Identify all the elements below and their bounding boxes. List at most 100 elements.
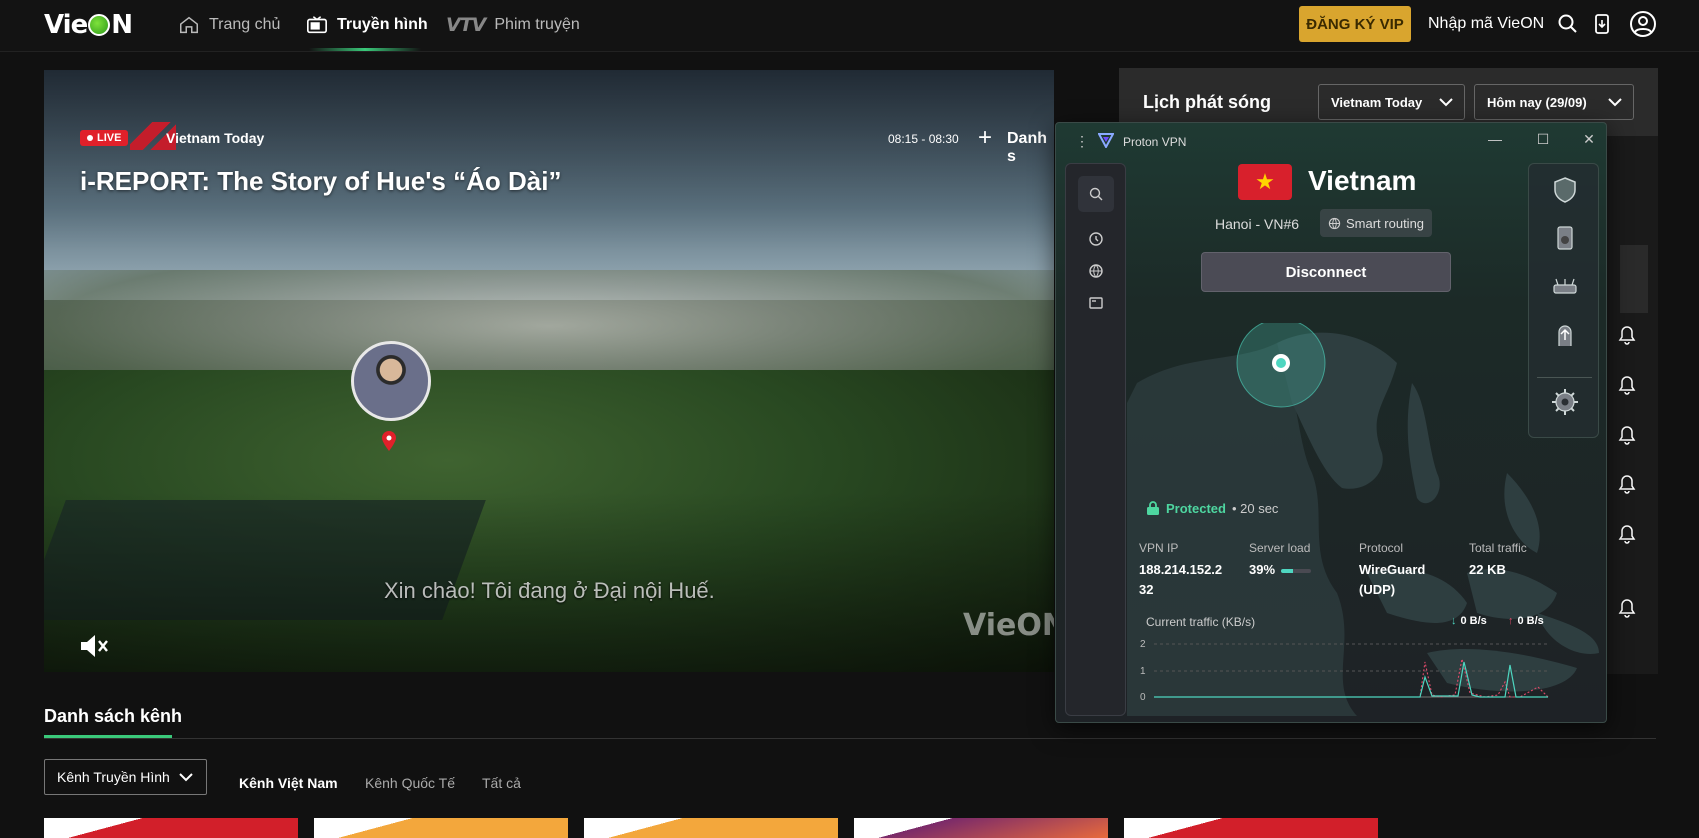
vpn-features-panel bbox=[1528, 163, 1599, 438]
nav-active-indicator bbox=[309, 48, 421, 51]
channel-thumbnail[interactable] bbox=[314, 818, 568, 838]
chevron-down-icon bbox=[179, 773, 193, 782]
watermark-logo: VieON bbox=[963, 608, 1054, 643]
plus-icon[interactable]: + bbox=[978, 124, 992, 152]
vpn-titlebar[interactable]: ⋮ Proton VPN — ☐ ✕ bbox=[1056, 123, 1606, 157]
disconnect-button[interactable]: Disconnect bbox=[1201, 252, 1451, 292]
maximize-icon[interactable]: ☐ bbox=[1535, 131, 1551, 147]
vpn-search-button[interactable] bbox=[1078, 176, 1114, 212]
avatar bbox=[351, 341, 431, 421]
stat-value: WireGuard (UDP) bbox=[1359, 562, 1426, 597]
video-player[interactable]: LIVE Vietnam Today i-REPORT: The Story o… bbox=[44, 70, 1054, 672]
proton-logo-icon bbox=[1098, 133, 1114, 148]
bell-icon[interactable] bbox=[1618, 375, 1636, 395]
nav-home[interactable]: Trang chủ bbox=[178, 14, 280, 36]
chevron-down-icon bbox=[1608, 98, 1622, 107]
schedule-title: Lịch phát sóng bbox=[1143, 92, 1271, 112]
nav-movies[interactable]: VTV Phim truyện bbox=[446, 14, 580, 36]
channel-thumbnail[interactable] bbox=[854, 818, 1108, 838]
server-name: Hanoi - VN#6 bbox=[1215, 216, 1300, 232]
channel-thumbnail[interactable] bbox=[44, 818, 298, 838]
home-icon bbox=[180, 16, 198, 34]
traffic-graph: 2 1 0 bbox=[1140, 639, 1549, 703]
stat-protocol: Protocol WireGuard (UDP) bbox=[1359, 541, 1425, 600]
account-icon[interactable] bbox=[1629, 10, 1657, 38]
download-app-icon[interactable] bbox=[1590, 12, 1614, 36]
current-traffic-title: Current traffic (KB/s) bbox=[1146, 615, 1256, 629]
bell-icon[interactable] bbox=[1618, 598, 1636, 618]
stat-value: 39% bbox=[1249, 562, 1276, 577]
proton-vpn-window[interactable]: ⋮ Proton VPN — ☐ ✕ ★ Vietnam Hanoi - VN#… bbox=[1055, 122, 1607, 723]
smart-routing-badge[interactable]: Smart routing bbox=[1320, 209, 1433, 237]
mute-icon[interactable] bbox=[78, 632, 110, 660]
channel-type-dropdown[interactable]: Kênh Truyền Hình bbox=[44, 759, 207, 795]
bell-icon[interactable] bbox=[1618, 425, 1636, 445]
menu-icon[interactable]: ⋮ bbox=[1075, 133, 1089, 150]
search-icon[interactable] bbox=[1556, 12, 1580, 36]
divider bbox=[1537, 377, 1592, 378]
bell-icon[interactable] bbox=[1618, 524, 1636, 544]
chevron-down-icon bbox=[1439, 98, 1453, 107]
nav-home-label: Trang chủ bbox=[209, 16, 281, 33]
map-pin-icon bbox=[382, 431, 396, 451]
connection-status: Protected • 20 sec bbox=[1146, 500, 1278, 516]
minimize-icon[interactable]: — bbox=[1487, 131, 1503, 147]
channel-thumbnail[interactable] bbox=[1124, 818, 1378, 838]
upload-rate: ↑ 0 B/s bbox=[1508, 615, 1544, 627]
schedule-channel-value: Vietnam Today bbox=[1331, 94, 1423, 110]
schedule-date-select[interactable]: Hôm nay (29/09) bbox=[1474, 84, 1634, 120]
vtv-icon: VTV bbox=[446, 14, 486, 36]
server-load-fill bbox=[1281, 568, 1293, 573]
tab-international-channels[interactable]: Kênh Quốc Tế bbox=[365, 775, 455, 791]
stat-key: Protocol bbox=[1359, 541, 1404, 555]
profiles-icon[interactable] bbox=[1083, 290, 1109, 316]
download-arrow-icon: ↓ bbox=[1451, 615, 1457, 627]
nav-tv-label: Truyền hình bbox=[337, 16, 428, 33]
router-icon[interactable] bbox=[1549, 270, 1581, 302]
search-icon bbox=[1089, 187, 1103, 201]
stat-key: Total traffic bbox=[1469, 541, 1527, 555]
channel-list-link[interactable]: Danh s bbox=[1007, 130, 1054, 166]
recents-icon[interactable] bbox=[1083, 226, 1109, 252]
server-load-bar bbox=[1281, 568, 1312, 573]
gear-icon[interactable] bbox=[1549, 386, 1581, 418]
upload-rate-value: 0 B/s bbox=[1517, 615, 1544, 627]
enter-code-link[interactable]: Nhập mã VieON bbox=[1428, 15, 1544, 33]
graph-tick: 1 bbox=[1140, 666, 1146, 677]
smart-routing-label: Smart routing bbox=[1346, 215, 1425, 231]
channel-thumbnail[interactable] bbox=[584, 818, 838, 838]
nav-tv[interactable]: Truyền hình bbox=[306, 14, 428, 36]
bell-icon[interactable] bbox=[1618, 325, 1636, 345]
download-rate: ↓ 0 B/s bbox=[1451, 615, 1487, 627]
connection-duration: • 20 sec bbox=[1231, 500, 1279, 516]
download-series bbox=[1154, 661, 1548, 698]
channel-name: Vietnam Today bbox=[166, 130, 265, 146]
netshield-icon[interactable] bbox=[1549, 222, 1581, 254]
stat-total-traffic: Total traffic 22 KB bbox=[1469, 541, 1527, 580]
upload-series bbox=[1154, 658, 1549, 698]
globe-icon bbox=[1328, 217, 1341, 229]
vip-register-button[interactable]: ĐĂNG KÝ VIP bbox=[1299, 6, 1411, 42]
program-time: 08:15 - 08:30 bbox=[888, 132, 959, 146]
schedule-channel-select[interactable]: Vietnam Today bbox=[1318, 84, 1465, 120]
program-title: i-REPORT: The Story of Hue's “Áo Dài” bbox=[80, 166, 562, 196]
stat-key: Server load bbox=[1249, 541, 1311, 555]
status-label: Protected bbox=[1166, 500, 1226, 516]
close-icon[interactable]: ✕ bbox=[1581, 131, 1597, 147]
vieon-logo[interactable]: Vie N bbox=[44, 10, 133, 40]
stat-vpn-ip: VPN IP 188.214.152.2 32 bbox=[1139, 541, 1222, 600]
graph-tick: 0 bbox=[1140, 692, 1146, 703]
top-bar: Vie N Trang chủ Truyền hình VTV Phim truy… bbox=[0, 0, 1699, 52]
tab-vietnam-channels[interactable]: Kênh Việt Nam bbox=[239, 775, 338, 791]
channel-list-title: Danh sách kênh bbox=[44, 706, 183, 726]
nav-movies-label: Phim truyện bbox=[494, 16, 580, 33]
shield-icon[interactable] bbox=[1549, 174, 1581, 206]
port-forwarding-icon[interactable] bbox=[1549, 318, 1581, 350]
divider bbox=[44, 738, 1656, 739]
bell-icon[interactable] bbox=[1618, 474, 1636, 494]
video-subtitle: Xin chào! Tôi đang ở Đại nội Huế. bbox=[384, 578, 715, 603]
tab-all-channels[interactable]: Tất cả bbox=[482, 775, 521, 791]
stat-value: 22 KB bbox=[1469, 562, 1506, 577]
vpn-app-title: Proton VPN bbox=[1123, 135, 1187, 149]
globe-icon[interactable] bbox=[1083, 258, 1109, 284]
